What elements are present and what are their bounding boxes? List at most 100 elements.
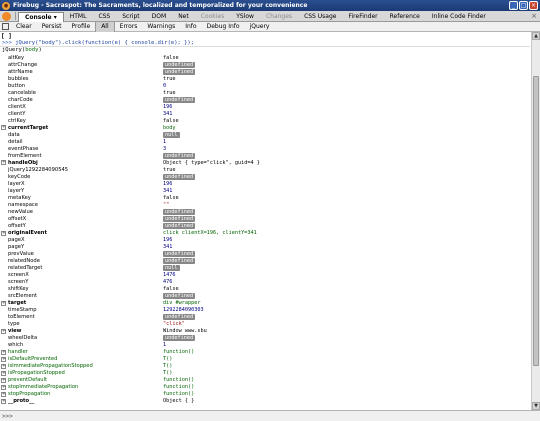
scroll-up-icon[interactable]: ▲ — [532, 32, 540, 40]
property-name: target — [8, 300, 27, 307]
firebug-menu-icon[interactable] — [2, 11, 11, 21]
errors-button[interactable]: Errors — [115, 22, 143, 32]
persist-button[interactable]: Persist — [37, 22, 67, 32]
property-name: screenY — [8, 279, 29, 286]
property-value[interactable]: function() — [163, 391, 194, 397]
property-row[interactable]: + __proto__ Object { } — [0, 398, 530, 405]
property-row: wheelDelta undefined — [0, 335, 530, 342]
inspect-icon[interactable] — [2, 23, 9, 30]
panel-tabs: Console ▾ HTML CSS Script DOM Net Cookies YSlow… — [18, 11, 492, 22]
property-name: layerY — [8, 187, 25, 194]
property-row[interactable]: + handleObj Object { type="click", guid=4 … — [0, 159, 530, 166]
property-row[interactable]: + originalEvent click clientX=196, clientY… — [0, 230, 530, 237]
minimize-button[interactable]: _ — [509, 1, 518, 10]
property-value[interactable]: T() — [163, 363, 172, 369]
property-name: cancelable — [8, 89, 36, 96]
all-button[interactable]: All — [95, 21, 115, 32]
tab-css-usage[interactable]: CSS Usage — [298, 11, 342, 22]
property-row: cancelable true — [0, 89, 530, 96]
property-value[interactable]: div #wrapper — [163, 300, 200, 306]
property-row: jQuery1292284090545 true — [0, 166, 530, 173]
object-header[interactable]: jQuery(body) — [0, 47, 530, 54]
property-value: 196 — [163, 103, 173, 110]
expand-icon[interactable]: + — [1, 349, 6, 355]
warnings-button[interactable]: Warnings — [142, 22, 180, 32]
expand-icon[interactable]: + — [1, 398, 6, 404]
tab-firefinder[interactable]: FireFinder — [342, 11, 383, 22]
profile-button[interactable]: Profile — [67, 22, 96, 32]
tab-cookies[interactable]: Cookies — [195, 11, 231, 22]
property-row[interactable]: + isImmediatePropagationStopped T() — [0, 363, 530, 370]
property-value[interactable]: function() — [163, 377, 194, 383]
expand-icon[interactable]: + — [1, 328, 6, 334]
property-name: offsetX — [8, 215, 27, 222]
maximize-button[interactable]: □ — [519, 1, 528, 10]
command-line-bar[interactable]: >>> — [0, 410, 540, 421]
vertical-scrollbar[interactable]: ▲ ▼ — [531, 32, 540, 410]
property-row[interactable]: + stopPropagation function() — [0, 391, 530, 398]
property-row[interactable]: + handler function() — [0, 349, 530, 356]
expand-icon[interactable]: + — [1, 125, 6, 131]
tab-net[interactable]: Net — [172, 11, 195, 22]
property-value: null — [163, 265, 180, 272]
property-row[interactable]: + currentTarget body — [0, 124, 530, 131]
property-value[interactable]: Window www.sbu — [163, 328, 207, 334]
property-value: undefined — [163, 251, 196, 258]
tab-script[interactable]: Script — [116, 11, 145, 22]
tab-yslow[interactable]: YSlow — [230, 11, 260, 22]
tab-inline-code-finder[interactable]: Inline Code Finder — [426, 11, 492, 22]
debug-info-button[interactable]: Debug Info — [202, 22, 245, 32]
property-row[interactable]: + stopImmediatePropagation function() — [0, 384, 530, 391]
property-row[interactable]: + target div #wrapper — [0, 300, 530, 307]
property-row: ctrlKey false — [0, 117, 530, 124]
chevron-down-icon[interactable]: ▾ — [52, 14, 57, 21]
close-button[interactable]: × — [529, 1, 538, 10]
tab-html[interactable]: HTML — [64, 11, 93, 22]
property-value[interactable]: function() — [163, 384, 194, 390]
expand-icon[interactable]: + — [1, 370, 6, 376]
tab-reference[interactable]: Reference — [384, 11, 426, 22]
property-row[interactable]: + isDefaultPrevented T() — [0, 356, 530, 363]
property-name: namespace — [8, 201, 38, 208]
property-name: isDefaultPrevented — [8, 356, 58, 363]
object-header-node[interactable]: body — [25, 47, 38, 53]
tab-css[interactable]: CSS — [92, 11, 116, 22]
info-button[interactable]: Info — [180, 22, 201, 32]
property-name: originalEvent — [8, 230, 47, 236]
property-name: data — [8, 131, 20, 138]
tab-console[interactable]: Console ▾ — [18, 11, 64, 22]
expand-icon[interactable]: + — [1, 160, 6, 166]
expand-icon[interactable]: + — [1, 230, 6, 236]
property-name: __proto__ — [8, 398, 35, 405]
scrollbar-thumb[interactable] — [533, 76, 539, 366]
property-value: undefined — [163, 96, 196, 103]
tab-dom[interactable]: DOM — [146, 11, 173, 22]
expand-icon[interactable]: + — [1, 391, 6, 397]
property-row: timeStamp 1292284090303 — [0, 307, 530, 314]
expand-icon[interactable]: + — [1, 356, 6, 362]
property-row[interactable]: + preventDefault function() — [0, 377, 530, 384]
expand-icon[interactable]: + — [1, 300, 6, 306]
property-value[interactable]: function() — [163, 349, 194, 355]
property-row[interactable]: + view Window www.sbu — [0, 328, 530, 335]
property-value[interactable]: Object { type="click", guid=4 } — [163, 160, 260, 166]
scroll-down-icon[interactable]: ▼ — [532, 402, 540, 410]
property-value[interactable]: T() — [163, 370, 172, 376]
close-icon[interactable]: × — [531, 12, 537, 20]
clear-button[interactable]: Clear — [11, 22, 37, 32]
property-value: 196 — [163, 180, 173, 187]
property-row: clientY 341 — [0, 110, 530, 117]
expand-icon[interactable]: + — [1, 377, 6, 383]
expand-icon[interactable]: + — [1, 384, 6, 390]
property-value[interactable]: Object { } — [163, 398, 194, 404]
property-value[interactable]: body — [163, 125, 176, 131]
property-name: handleObj — [8, 159, 38, 166]
tab-changes[interactable]: Changes — [260, 11, 298, 22]
property-value[interactable]: click clientX=196, clientY=341 — [163, 230, 257, 236]
property-value[interactable]: T() — [163, 356, 172, 362]
property-row: pageX 196 — [0, 237, 530, 244]
property-value: 341 — [163, 244, 173, 251]
expand-icon[interactable]: + — [1, 363, 6, 369]
property-row[interactable]: + isPropagationStopped T() — [0, 370, 530, 377]
jquery-button[interactable]: jQuery — [245, 22, 275, 32]
